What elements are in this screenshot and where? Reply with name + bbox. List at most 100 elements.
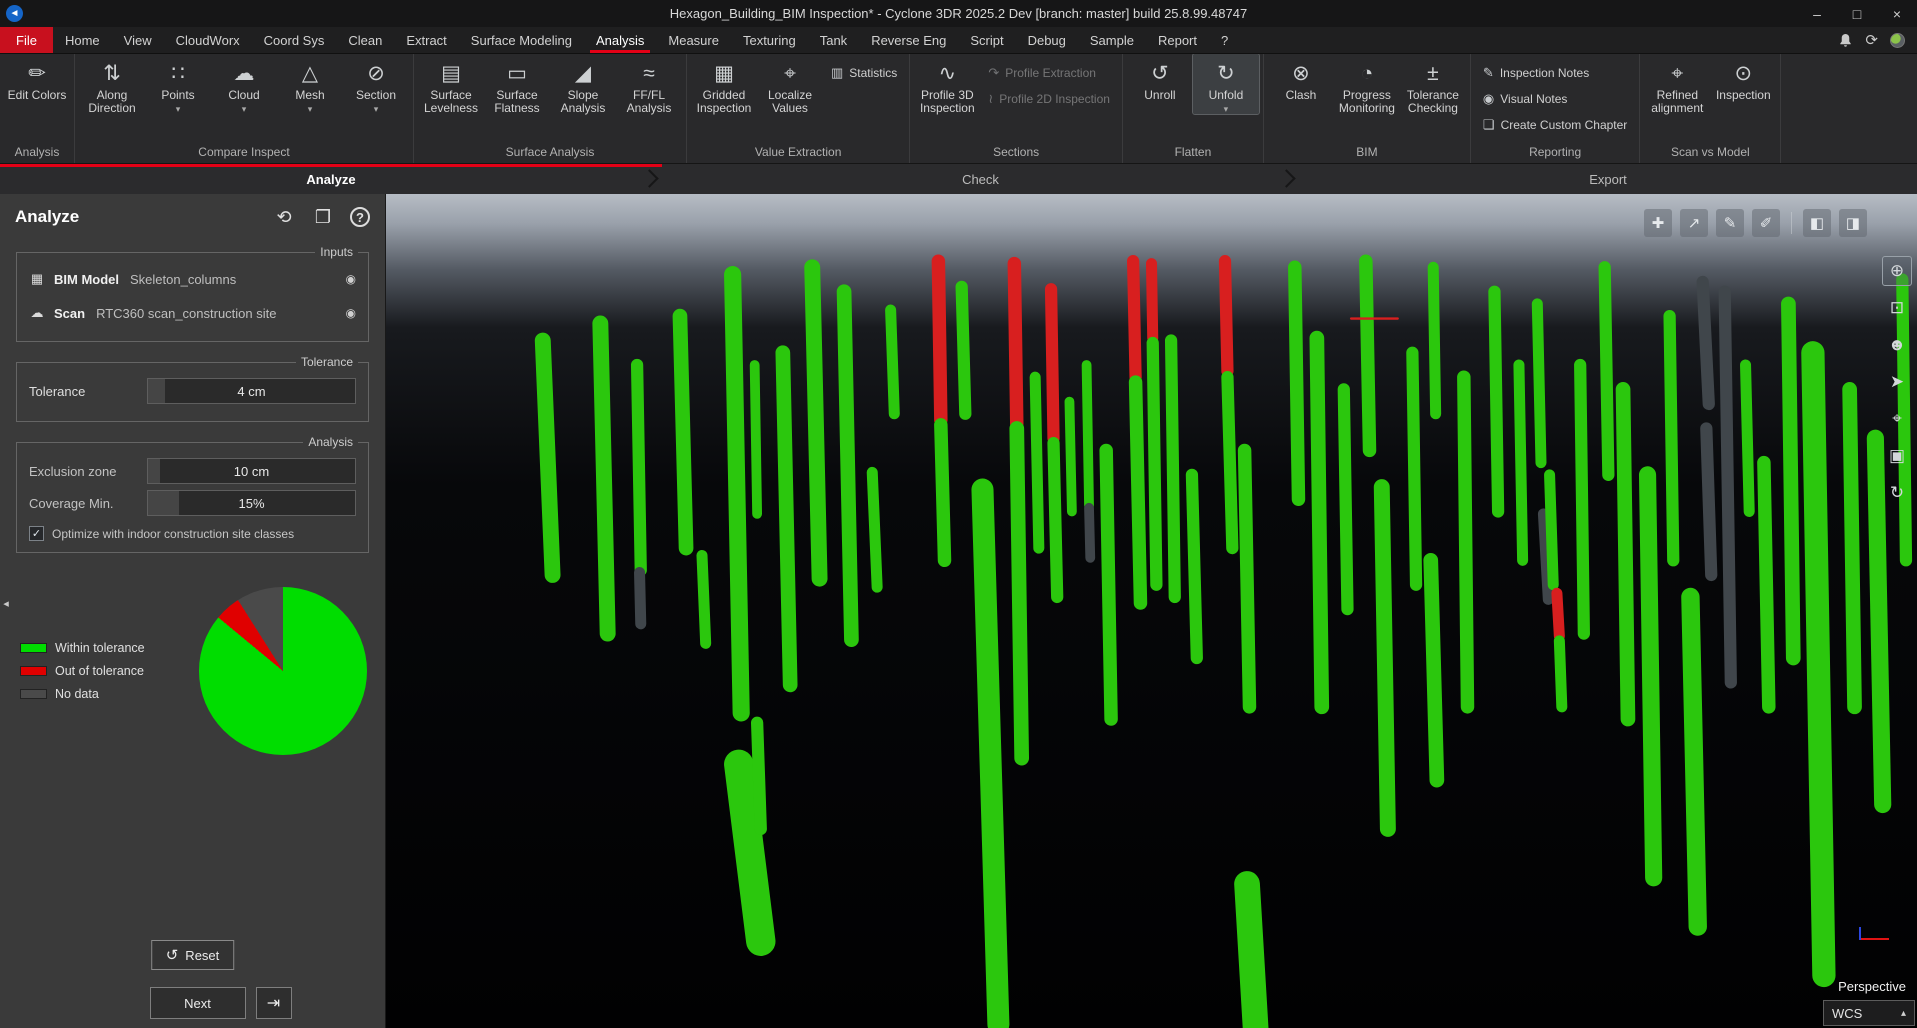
column-within-tolerance[interactable] <box>680 316 686 548</box>
column-within-tolerance[interactable] <box>891 310 895 414</box>
column-no-data[interactable] <box>1706 428 1711 575</box>
clash-button[interactable]: ⊗Clash <box>1268 54 1334 102</box>
profile-3d-inspection-button[interactable]: ∿Profile 3D Inspection <box>914 54 980 115</box>
optimize-checkbox[interactable]: ✓ <box>29 526 44 541</box>
menu-tab-file[interactable]: File <box>0 27 53 53</box>
scene-3d[interactable] <box>386 194 1917 1028</box>
menu-tab-analysis[interactable]: Analysis <box>584 27 656 53</box>
column-within-tolerance[interactable] <box>1412 353 1416 585</box>
column-within-tolerance[interactable] <box>543 341 553 575</box>
column-within-tolerance[interactable] <box>1559 641 1561 707</box>
examine-icon[interactable]: ☻ <box>1882 330 1912 360</box>
column-within-tolerance[interactable] <box>1431 560 1437 780</box>
column-within-tolerance[interactable] <box>1227 377 1232 548</box>
column-within-tolerance[interactable] <box>1580 365 1584 634</box>
column-out-of-tolerance[interactable] <box>1557 593 1559 636</box>
popout-window-icon[interactable]: ❐ <box>311 205 335 229</box>
column-within-tolerance[interactable] <box>872 472 877 587</box>
pick-bim-icon[interactable]: ◉ <box>346 272 356 286</box>
locate-icon[interactable]: ⌖ <box>1882 404 1912 434</box>
column-within-tolerance[interactable] <box>844 292 851 640</box>
column-within-tolerance[interactable] <box>1746 365 1750 512</box>
column-within-tolerance[interactable] <box>1550 475 1554 585</box>
refined-alignment-button[interactable]: ⌖Refined alignment <box>1644 54 1710 115</box>
column-within-tolerance[interactable] <box>962 287 966 414</box>
optimize-checkbox-row[interactable]: ✓ Optimize with indoor construction site… <box>29 526 356 541</box>
statistics-button[interactable]: ▥Statistics <box>823 61 905 84</box>
eraser-dark-icon[interactable]: ◧ <box>1803 209 1831 237</box>
mesh-button[interactable]: △Mesh▾ <box>277 54 343 114</box>
menu-tab-clean[interactable]: Clean <box>336 27 394 53</box>
column-within-tolerance[interactable] <box>1433 267 1435 414</box>
column-within-tolerance[interactable] <box>733 275 742 713</box>
section-button[interactable]: ⊘Section▾ <box>343 54 409 114</box>
column-out-of-tolerance[interactable] <box>1225 261 1227 371</box>
next-button[interactable]: Next <box>150 987 246 1019</box>
column-out-of-tolerance[interactable] <box>1051 289 1053 438</box>
slope-analysis-button[interactable]: ◢Slope Analysis <box>550 54 616 115</box>
close-button[interactable]: × <box>1877 0 1917 27</box>
skip-step-button[interactable]: ⇥ <box>256 987 292 1019</box>
column-within-tolerance[interactable] <box>783 353 790 685</box>
column-within-tolerance[interactable] <box>1464 377 1468 707</box>
column-within-tolerance[interactable] <box>600 323 607 633</box>
bim-model-row[interactable]: ▦ BIM Model Skeleton_columns ◉ <box>29 262 356 296</box>
app-icon[interactable]: ◄ <box>6 5 23 22</box>
column-within-tolerance[interactable] <box>1788 304 1793 658</box>
reset-button[interactable]: ↺ Reset <box>151 940 235 970</box>
menu-tab-sample[interactable]: Sample <box>1078 27 1146 53</box>
column-within-tolerance[interactable] <box>1690 597 1697 927</box>
rotate-view-icon[interactable]: ↻ <box>1882 478 1912 508</box>
column-within-tolerance[interactable] <box>1017 428 1022 758</box>
menu-tab-texturing[interactable]: Texturing <box>731 27 808 53</box>
workflow-step-check[interactable]: Check <box>662 164 1299 194</box>
menu-tab-home[interactable]: Home <box>53 27 112 53</box>
column-no-data[interactable] <box>1725 292 1731 683</box>
menu-tab-[interactable]: ? <box>1209 27 1240 53</box>
column-within-tolerance[interactable] <box>1494 292 1498 512</box>
column-no-data[interactable] <box>1089 508 1090 558</box>
menu-tab-tank[interactable]: Tank <box>808 27 859 53</box>
column-within-tolerance[interactable] <box>1519 365 1523 560</box>
column-within-tolerance[interactable] <box>1382 487 1388 829</box>
help-icon[interactable]: ? <box>350 207 370 227</box>
menu-tab-view[interactable]: View <box>112 27 164 53</box>
ff-fl-analysis-button[interactable]: ≈FF/FL Analysis <box>616 54 682 115</box>
create-custom-chapter-button[interactable]: ❏Create Custom Chapter <box>1475 113 1635 136</box>
surface-levelness-button[interactable]: ▤Surface Levelness <box>418 54 484 115</box>
view-cube-icon[interactable]: ▣ <box>1882 441 1912 471</box>
history-reset-icon[interactable]: ⟲ <box>272 205 296 229</box>
column-within-tolerance[interactable] <box>1605 267 1609 475</box>
column-within-tolerance[interactable] <box>637 365 641 570</box>
workflow-step-analyze[interactable]: Analyze <box>0 164 662 194</box>
notifications-icon[interactable] <box>1838 33 1853 48</box>
column-out-of-tolerance[interactable] <box>1133 261 1135 377</box>
column-within-tolerance[interactable] <box>1813 353 1824 976</box>
annotation-icon[interactable]: ✎ <box>1716 209 1744 237</box>
menu-tab-measure[interactable]: Measure <box>656 27 731 53</box>
column-out-of-tolerance[interactable] <box>938 261 940 420</box>
column-within-tolerance[interactable] <box>1670 316 1674 560</box>
pick-scan-icon[interactable]: ◉ <box>346 306 356 320</box>
viewport-3d[interactable]: ✚↗✎✐◧◨ ⊕⊡☻➤⌖▣↻ Perspective WCS ▴ <box>386 194 1917 1028</box>
column-within-tolerance[interactable] <box>1764 463 1769 707</box>
workflow-step-export[interactable]: Export <box>1299 164 1917 194</box>
visual-notes-button[interactable]: ◉Visual Notes <box>1475 87 1635 110</box>
menu-tab-surface-modeling[interactable]: Surface Modeling <box>459 27 584 53</box>
column-within-tolerance[interactable] <box>1344 389 1348 609</box>
scan-row[interactable]: ☁ Scan RTC360 scan_construction site ◉ <box>29 296 356 330</box>
tolerance-input[interactable]: 4 cm <box>147 378 356 404</box>
unfold-button[interactable]: ↻Unfold▾ <box>1193 54 1259 114</box>
column-within-tolerance[interactable] <box>1247 884 1256 1028</box>
fly-icon[interactable]: ➤ <box>1882 367 1912 397</box>
column-within-tolerance[interactable] <box>1317 338 1322 707</box>
column-out-of-tolerance[interactable] <box>1152 264 1153 338</box>
menu-tab-script[interactable]: Script <box>958 27 1015 53</box>
menu-tab-reverse-eng[interactable]: Reverse Eng <box>859 27 958 53</box>
unroll-button[interactable]: ↺Unroll <box>1127 54 1193 102</box>
inspection-notes-button[interactable]: ✎Inspection Notes <box>1475 61 1635 84</box>
measure-add-icon[interactable]: ✚ <box>1644 209 1672 237</box>
column-within-tolerance[interactable] <box>755 365 757 514</box>
column-within-tolerance[interactable] <box>1366 261 1370 450</box>
measure-distance-icon[interactable]: ↗ <box>1680 209 1708 237</box>
